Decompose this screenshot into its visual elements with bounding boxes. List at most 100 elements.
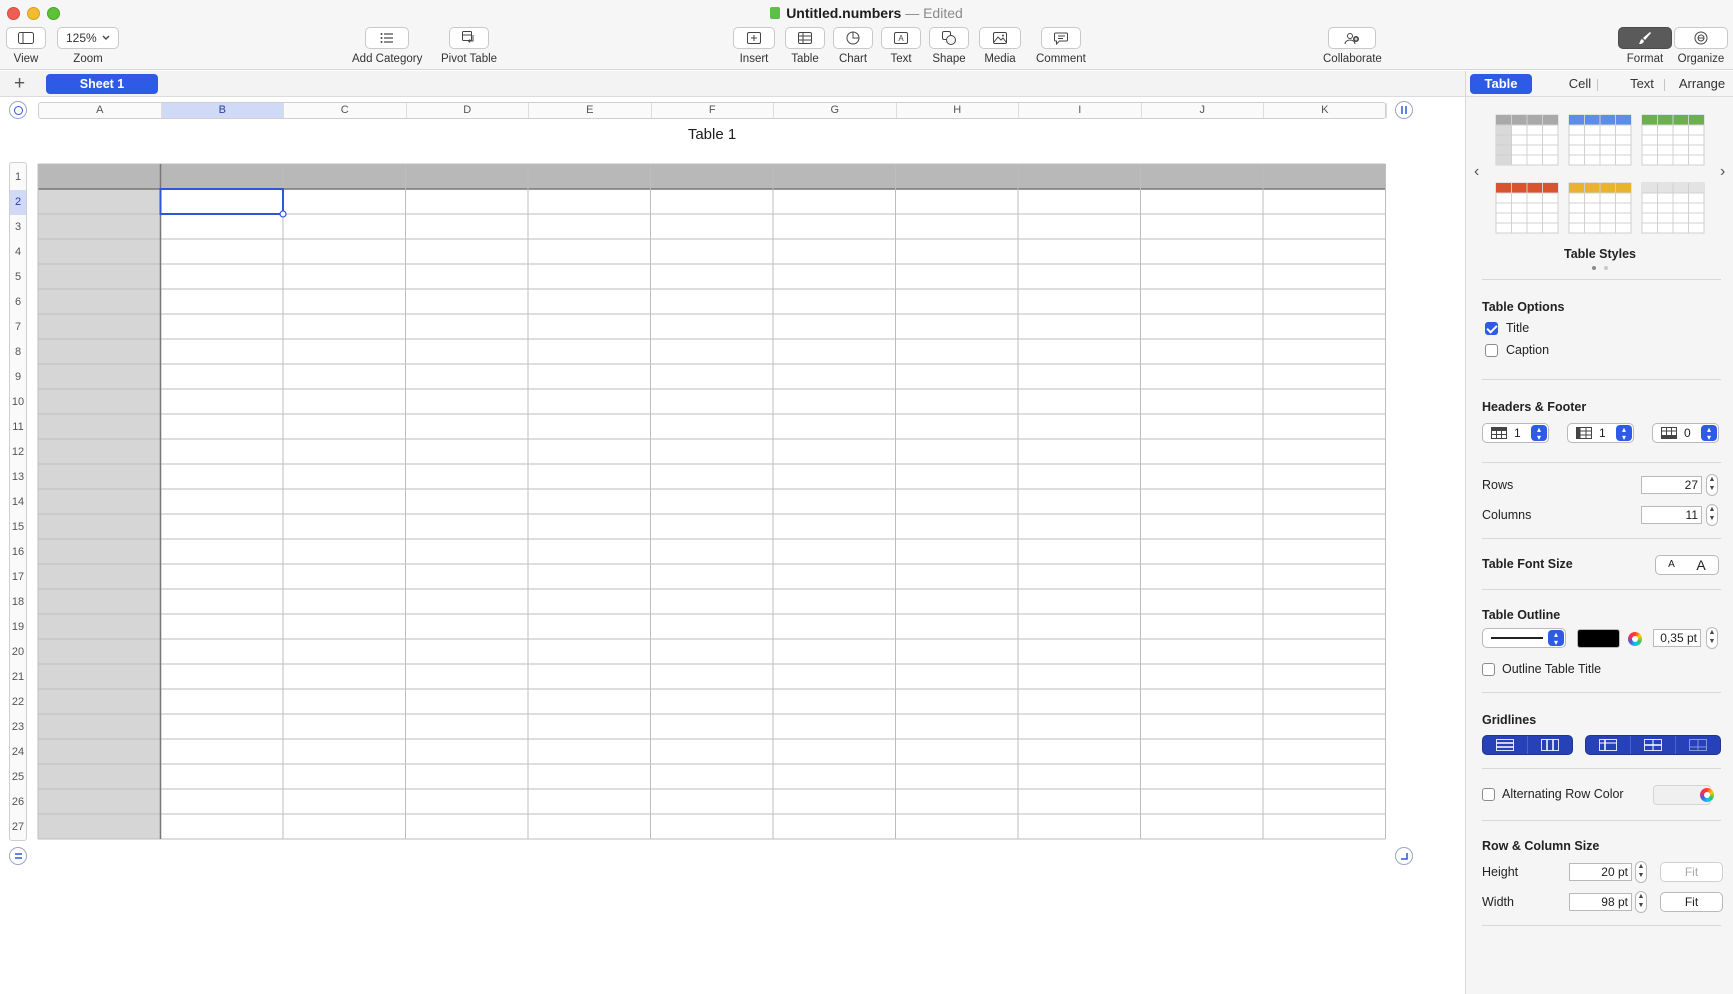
caption-checkbox[interactable]: [1485, 344, 1498, 357]
photo-icon: [993, 32, 1007, 44]
resize-table-handle[interactable]: [1395, 847, 1413, 865]
svg-text:A: A: [898, 34, 904, 43]
collaborate-tool[interactable]: Collaborate: [1323, 27, 1382, 65]
columns-stepper[interactable]: ▲ ▼: [1706, 504, 1718, 526]
media-button[interactable]: [979, 27, 1021, 49]
vertical-gridlines-button[interactable]: [1528, 736, 1572, 754]
format-button[interactable]: [1618, 27, 1672, 49]
table-style-thumbnail[interactable]: [1568, 182, 1632, 234]
chart-tool[interactable]: Chart: [833, 27, 873, 65]
pivot-table-label: Pivot Table: [441, 53, 498, 65]
height-stepper[interactable]: ▲ ▼: [1635, 861, 1647, 883]
height-field[interactable]: 20 pt: [1569, 863, 1632, 881]
increase-font-size-button[interactable]: A: [1684, 555, 1719, 575]
fit-width-button[interactable]: Fit: [1660, 892, 1723, 912]
stepper-arrows-icon: ▴ ▾: [1701, 425, 1717, 442]
alternating-row-color-label: Alternating Row Color: [1502, 787, 1624, 801]
width-field[interactable]: 98 pt: [1569, 893, 1632, 911]
color-wheel-icon[interactable]: [1628, 632, 1642, 646]
view-button[interactable]: [6, 27, 46, 49]
organize-tool[interactable]: Organize: [1674, 27, 1728, 65]
header-rows-popup[interactable]: 1 ▴ ▾: [1482, 423, 1549, 443]
comment-tool[interactable]: Comment: [1036, 27, 1086, 65]
sheet-tab-active[interactable]: Sheet 1: [46, 74, 158, 94]
table-options-title: Table Options: [1482, 300, 1565, 314]
zoom-tool[interactable]: 125% Zoom: [57, 27, 119, 65]
outline-width-field[interactable]: 0,35 pt: [1653, 629, 1701, 647]
table-style-thumbnail[interactable]: [1641, 182, 1705, 234]
view-tool[interactable]: View: [6, 27, 46, 65]
page-indicator-active[interactable]: [1592, 266, 1596, 270]
collaborate-button[interactable]: [1328, 27, 1377, 49]
stepper-arrows-icon: ▴ ▾: [1616, 425, 1632, 442]
header-columns-popup[interactable]: 1 ▴ ▾: [1567, 423, 1634, 443]
add-category-button[interactable]: [365, 27, 410, 49]
table-style-thumbnail[interactable]: [1568, 114, 1632, 166]
headers-footer-title: Headers & Footer: [1482, 400, 1587, 414]
insert-button[interactable]: [733, 27, 775, 49]
add-sheet-button[interactable]: +: [14, 73, 25, 95]
shape-label: Shape: [932, 53, 966, 65]
chevron-left-icon[interactable]: ‹: [1474, 163, 1479, 181]
organize-button[interactable]: [1674, 27, 1728, 49]
title-checkbox[interactable]: [1485, 322, 1498, 335]
zoom-dropdown[interactable]: 125%: [57, 27, 119, 49]
page-indicator[interactable]: [1604, 266, 1608, 270]
divider: [1482, 925, 1721, 926]
width-label: Width: [1482, 895, 1514, 909]
outline-width-stepper[interactable]: ▲ ▼: [1706, 627, 1718, 649]
outline-color-well[interactable]: [1577, 629, 1620, 648]
divider: [1482, 768, 1721, 769]
table-style-thumbnail[interactable]: [1495, 114, 1559, 166]
table-grid[interactable]: [0, 98, 1465, 978]
media-tool[interactable]: Media: [979, 27, 1021, 65]
selected-cell[interactable]: [159, 188, 284, 215]
insert-tool[interactable]: Insert: [733, 27, 775, 65]
header-column-gridlines-button[interactable]: [1631, 736, 1676, 754]
gridlines-body-group: [1482, 735, 1573, 755]
header-columns-icon: [1576, 427, 1592, 439]
pivot-table-tool[interactable]: Pivot Table: [441, 27, 497, 65]
chart-button[interactable]: [833, 27, 873, 49]
title-option-label: Title: [1506, 321, 1530, 335]
header-row-gridlines-button[interactable]: [1586, 736, 1631, 754]
document-status: Edited: [923, 5, 963, 21]
fit-height-button[interactable]: Fit: [1660, 862, 1723, 882]
footer-gridlines-button[interactable]: [1676, 736, 1720, 754]
zoom-label: Zoom: [73, 53, 103, 65]
comment-button[interactable]: [1040, 27, 1081, 49]
table-button[interactable]: [785, 27, 825, 49]
table-styles-title: Table Styles: [1563, 247, 1637, 261]
header-columns-value: 1: [1599, 426, 1606, 440]
pivot-table-button[interactable]: [449, 27, 490, 49]
sheet-canvas[interactable]: ABCDEFGHIJK 1 2 3 4 5 6 7 8 9 10 11 12 13 14 15 16 17 18 1…: [0, 98, 1465, 994]
table-style-thumbnail[interactable]: [1495, 182, 1559, 234]
text-button[interactable]: A: [881, 27, 921, 49]
chart-icon: [846, 31, 860, 45]
collaborate-icon: [1344, 32, 1360, 44]
chevron-right-icon[interactable]: ›: [1720, 163, 1725, 181]
alternating-row-color-checkbox[interactable]: [1482, 788, 1495, 801]
sidebar-icon: [18, 32, 34, 44]
footer-rows-popup[interactable]: 0 ▴ ▾: [1652, 423, 1719, 443]
columns-field[interactable]: 11: [1641, 506, 1702, 524]
outline-style-popup[interactable]: ▴ ▾: [1482, 628, 1566, 648]
add-row-handle[interactable]: [9, 847, 27, 865]
horizontal-gridlines-button[interactable]: [1483, 736, 1528, 754]
fill-handle[interactable]: [279, 210, 287, 218]
rows-stepper[interactable]: ▲ ▼: [1706, 474, 1718, 496]
outline-table-title-checkbox[interactable]: [1482, 663, 1495, 676]
title-separator: —: [905, 5, 920, 21]
shape-tool[interactable]: Shape: [929, 27, 969, 65]
insert-icon: [747, 32, 761, 44]
table-style-thumbnail[interactable]: [1641, 114, 1705, 166]
shape-button[interactable]: [929, 27, 969, 49]
format-tool[interactable]: Format: [1618, 27, 1672, 65]
add-category-tool[interactable]: Add Category: [352, 27, 422, 65]
text-tool[interactable]: A Text: [881, 27, 921, 65]
width-stepper[interactable]: ▲ ▼: [1635, 891, 1647, 913]
rows-field[interactable]: 27: [1641, 476, 1702, 494]
table-tool[interactable]: Table: [785, 27, 825, 65]
table-styles-grid[interactable]: [1466, 71, 1733, 251]
color-wheel-icon[interactable]: [1700, 788, 1714, 802]
